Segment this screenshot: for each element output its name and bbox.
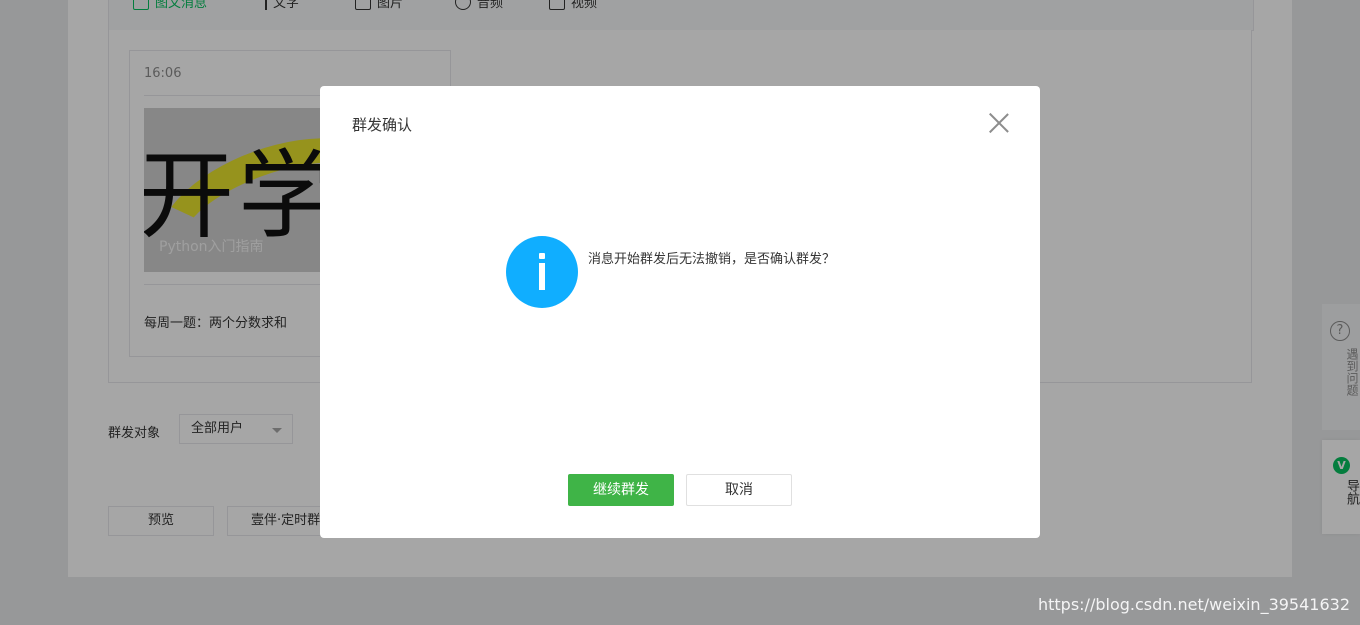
dialog-message: 消息开始群发后无法撤销，是否确认群发？ — [588, 252, 836, 267]
close-icon[interactable] — [988, 112, 1010, 134]
continue-send-button[interactable]: 继续群发 — [568, 474, 674, 506]
watermark: https://blog.csdn.net/weixin_39541632 — [1037, 595, 1350, 614]
cancel-button[interactable]: 取消 — [686, 474, 792, 506]
info-icon — [506, 236, 578, 308]
send-confirm-dialog: 群发确认 消息开始群发后无法撤销，是否确认群发？ 继续群发 取消 — [320, 86, 1040, 538]
dialog-title: 群发确认 — [352, 116, 413, 134]
